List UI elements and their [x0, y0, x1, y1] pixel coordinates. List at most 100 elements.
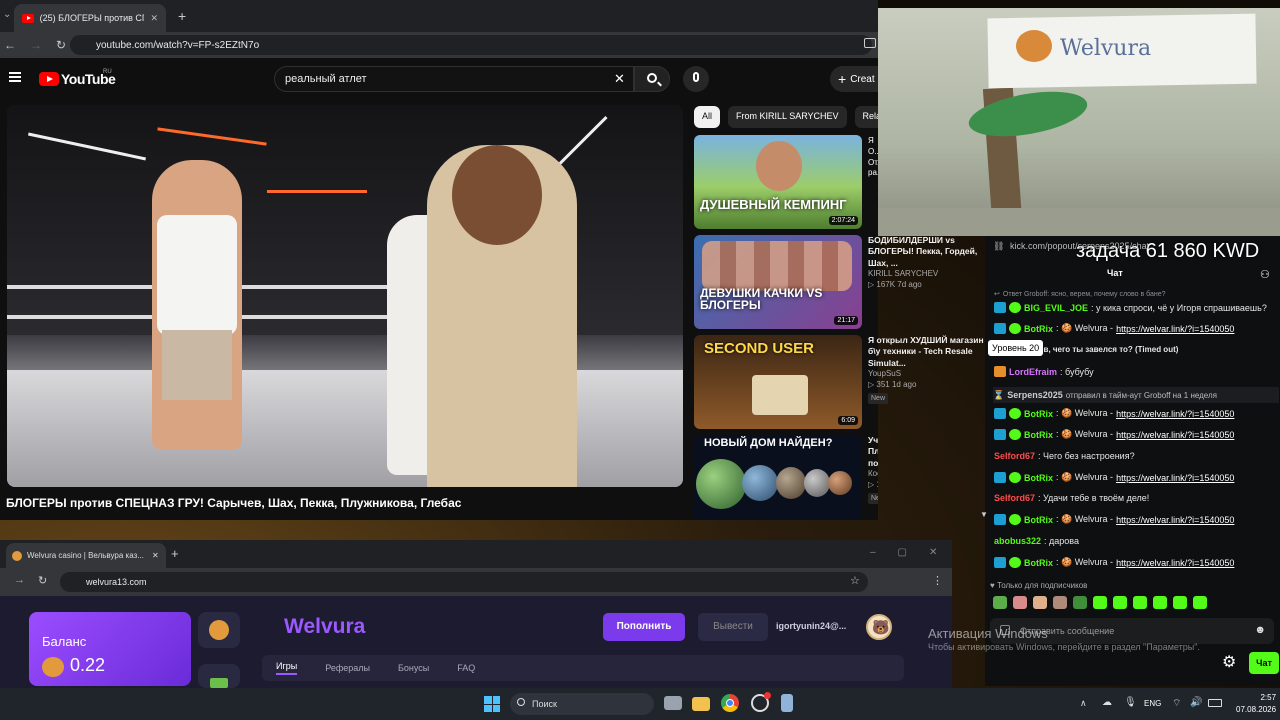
- gear-icon[interactable]: ⚙: [1222, 652, 1236, 672]
- emote-icon[interactable]: [1173, 596, 1187, 609]
- nav-bonuses[interactable]: Бонусы: [398, 663, 429, 673]
- withdraw-button[interactable]: Вывести: [698, 613, 768, 641]
- chat-link[interactable]: https://welvar.link/?i=1540050: [1116, 558, 1234, 568]
- chat-username[interactable]: BotRix: [1024, 473, 1053, 483]
- chat-username[interactable]: LordEfraim: [1009, 367, 1057, 377]
- emote-icon[interactable]: [1013, 596, 1027, 609]
- clear-search-icon[interactable]: ✕: [614, 71, 625, 87]
- search-button[interactable]: [634, 66, 670, 92]
- tab-youtube[interactable]: (25) БЛОГЕРЫ против СПЕЦНАЗ ✕: [14, 4, 166, 32]
- gift-menu-button[interactable]: [198, 664, 240, 688]
- chat-link[interactable]: https://welvar.link/?i=1540050: [1116, 430, 1234, 440]
- emote-icon[interactable]: [1053, 596, 1067, 609]
- taskbar-search[interactable]: Поиск: [510, 693, 654, 715]
- chat-link[interactable]: https://welvar.link/?i=1540050: [1116, 473, 1234, 483]
- tray-chevron-icon[interactable]: ∧: [1080, 698, 1087, 709]
- forward-icon[interactable]: →: [14, 574, 25, 586]
- chat-username[interactable]: abobus322: [994, 536, 1041, 546]
- wifi-icon[interactable]: ⌔: [1172, 697, 1181, 710]
- video-thumbnail[interactable]: ДУШЕВНЫЙ КЕМПИНГ 2:07:24: [694, 135, 862, 229]
- emote-icon[interactable]: [1113, 596, 1127, 609]
- chat-username[interactable]: BIG_EVIL_JOE: [1024, 303, 1088, 313]
- cast-icon[interactable]: [864, 38, 876, 48]
- recommended-video[interactable]: SECOND USER 6:09 Я открыл ХУДШИЙ магазин…: [694, 335, 984, 431]
- more-menu-icon[interactable]: ⋮: [932, 574, 943, 587]
- search-input[interactable]: реальный атлет: [274, 66, 634, 92]
- recommended-video[interactable]: ДЕВУШКИ КАЧКИ VS БЛОГЕРЫ 21:17 БОДИБИЛДЕ…: [694, 235, 977, 331]
- recommended-video[interactable]: НОВЫЙ ДОМ НАЙДЕН? Учёные обнаружили 7 Пл…: [694, 435, 878, 520]
- recommended-video[interactable]: ДУШЕВНЫЙ КЕМПИНГ 2:07:24: [694, 135, 878, 231]
- address-bar[interactable]: youtube.com/watch?v=FP-s2EZtN7o: [70, 35, 872, 55]
- rec-title[interactable]: Я открыл ХУДШИЙ магазин б\у техники - Te…: [868, 335, 988, 369]
- smiley-icon[interactable]: ☻: [1254, 624, 1266, 636]
- scroll-down-icon[interactable]: ▼: [980, 510, 988, 519]
- chat-username[interactable]: Selford67: [994, 493, 1035, 503]
- chat-username[interactable]: BotRix: [1024, 324, 1053, 334]
- volume-icon[interactable]: 🔊: [1190, 697, 1202, 708]
- tab-list-chevron-icon[interactable]: ⌄: [3, 9, 11, 20]
- nav-referrals[interactable]: Рефералы: [325, 663, 370, 673]
- menu-icon[interactable]: [9, 72, 21, 82]
- chat-link[interactable]: https://welvar.link/?i=1540050: [1116, 515, 1234, 525]
- youtube-logo-icon[interactable]: [39, 72, 59, 86]
- forward-icon[interactable]: →: [30, 38, 42, 52]
- nav-games[interactable]: Игры: [276, 661, 298, 675]
- new-tab-button[interactable]: +: [171, 546, 179, 561]
- emote-icon[interactable]: [1193, 596, 1207, 609]
- chat-username[interactable]: Selford67: [994, 451, 1035, 461]
- system-clock[interactable]: 2:57 07.08.2026: [1236, 692, 1276, 716]
- rec-channel[interactable]: Космос Понятно: [868, 469, 878, 480]
- close-tab-icon[interactable]: ✕: [152, 551, 159, 560]
- users-icon[interactable]: ⚇: [1260, 268, 1270, 281]
- chat-username[interactable]: BotRix: [1024, 409, 1053, 419]
- start-button[interactable]: [484, 696, 500, 712]
- rec-channel[interactable]: KIRILL SARYCHEV: [868, 269, 988, 280]
- chat-username[interactable]: Serpens2025: [1007, 390, 1063, 400]
- tray-mic-icon[interactable]: 🎙: [1124, 697, 1137, 708]
- emote-icon[interactable]: [1033, 596, 1047, 609]
- video-thumbnail[interactable]: НОВЫЙ ДОМ НАЙДЕН?: [694, 435, 862, 520]
- emote-icon[interactable]: [1093, 596, 1107, 609]
- chip-all[interactable]: All: [694, 106, 721, 128]
- video-thumbnail[interactable]: SECOND USER 6:09: [694, 335, 862, 429]
- chat-username[interactable]: BotRix: [1024, 515, 1053, 525]
- nav-faq[interactable]: FAQ: [457, 663, 475, 673]
- chat-link[interactable]: https://welvar.link/?i=1540050: [1116, 409, 1234, 419]
- video-player[interactable]: [7, 105, 683, 487]
- address-bar[interactable]: welvura13.com: [60, 572, 868, 592]
- emote-icon[interactable]: [1133, 596, 1147, 609]
- task-view-icon[interactable]: [664, 696, 682, 710]
- video-thumbnail[interactable]: ДЕВУШКИ КАЧКИ VS БЛОГЕРЫ 21:17: [694, 235, 862, 329]
- file-explorer-icon[interactable]: [692, 697, 710, 711]
- cookie-menu-button[interactable]: [198, 612, 240, 648]
- emote-icon[interactable]: [993, 596, 1007, 609]
- reload-icon[interactable]: ↻: [38, 574, 47, 587]
- chat-username[interactable]: BotRix: [1024, 430, 1053, 440]
- rec-channel[interactable]: YoupSuS: [868, 369, 988, 380]
- username[interactable]: igortyunin24@...: [776, 621, 846, 631]
- bookmark-star-icon[interactable]: ☆: [850, 574, 860, 587]
- back-icon[interactable]: ←: [4, 38, 16, 52]
- chip-from-channel[interactable]: From KIRILL SARYCHEV: [728, 106, 847, 128]
- brand-logo[interactable]: Welvura: [284, 615, 365, 639]
- tray-cloud-icon[interactable]: ☁: [1102, 697, 1112, 708]
- close-tab-icon[interactable]: ✕: [150, 13, 158, 24]
- window-controls[interactable]: –▢✕: [870, 547, 959, 558]
- rec-title[interactable]: БОДИБИЛДЕРШИ vs БЛОГЕРЫ! Пекка, Гордей, …: [868, 235, 988, 269]
- voice-search-button[interactable]: [683, 66, 709, 92]
- chat-username[interactable]: BotRix: [1024, 558, 1053, 568]
- avatar[interactable]: 🐻: [866, 614, 892, 640]
- reload-icon[interactable]: ↻: [56, 38, 66, 52]
- notepad-icon[interactable]: [781, 694, 793, 712]
- rec-title[interactable]: Учёные обнаружили 7 Планет еще более под…: [868, 435, 878, 469]
- tab-welvura[interactable]: Welvura casino | Вельвура каз... ✕: [6, 543, 166, 568]
- chrome-icon[interactable]: [721, 694, 739, 712]
- deposit-button[interactable]: Пополнить: [603, 613, 685, 641]
- emote-icon[interactable]: [1073, 596, 1087, 609]
- new-tab-button[interactable]: +: [178, 8, 186, 24]
- language-indicator[interactable]: ENG: [1144, 699, 1161, 708]
- emote-icon[interactable]: [1153, 596, 1167, 609]
- battery-icon[interactable]: [1208, 699, 1222, 707]
- chat-link[interactable]: https://welvar.link/?i=1540050: [1116, 324, 1234, 334]
- send-chat-button[interactable]: Чат: [1249, 652, 1279, 674]
